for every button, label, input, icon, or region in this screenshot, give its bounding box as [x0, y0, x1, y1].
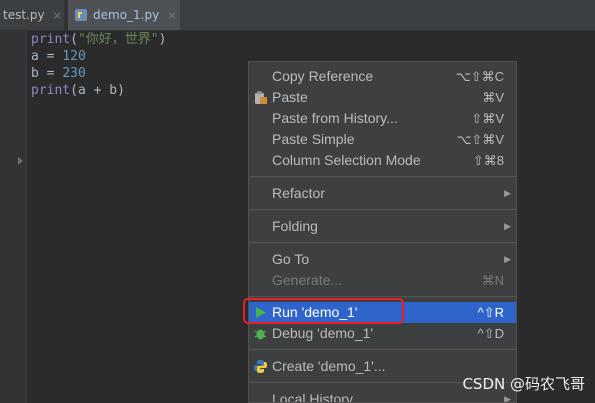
context-menu: Copy Reference ⌥⇧⌘C Paste ⌘V Paste from …	[248, 61, 517, 403]
menu-item-label: Debug 'demo_1'	[272, 325, 374, 341]
editor-gutter	[0, 31, 27, 403]
watermark: CSDN @码农飞哥	[462, 375, 585, 393]
python-file-icon	[75, 9, 87, 21]
menu-item-generate: Generate... ⌘N	[249, 270, 516, 291]
menu-item-folding[interactable]: Folding ▶	[249, 216, 516, 237]
fold-marker-icon[interactable]	[18, 157, 23, 165]
tab-label: demo_1.py	[93, 8, 160, 22]
menu-item-paste[interactable]: Paste ⌘V	[249, 87, 516, 108]
code-line-3: b = 230	[31, 65, 86, 82]
code-token-paren: )	[158, 32, 167, 47]
menu-separator	[249, 296, 516, 297]
menu-item-debug[interactable]: Debug 'demo_1' ^⇧D	[249, 323, 516, 344]
tab-test-py[interactable]: test.py ×	[0, 0, 64, 30]
menu-item-label: Local History	[272, 391, 353, 403]
code-token-string: "你好，世界"	[77, 32, 159, 47]
code-line-4: print(a + b)	[31, 82, 125, 99]
submenu-arrow-icon: ▶	[504, 254, 511, 264]
menu-item-label: Paste from History...	[272, 110, 398, 126]
code-token-assign: b =	[31, 66, 63, 81]
close-icon[interactable]: ×	[53, 9, 62, 22]
bug-icon	[254, 329, 267, 340]
menu-item-label: Refactor	[272, 185, 325, 201]
submenu-arrow-icon: ▶	[504, 188, 511, 198]
code-line-1: print("你好，世界")	[31, 31, 166, 48]
menu-item-copy-reference[interactable]: Copy Reference ⌥⇧⌘C	[249, 66, 516, 87]
run-item-highlight-annotation	[243, 298, 404, 324]
menu-item-refactor[interactable]: Refactor ▶	[249, 183, 516, 204]
menu-item-label: Create 'demo_1'...	[272, 358, 386, 374]
menu-item-label: Go To	[272, 251, 310, 267]
close-icon[interactable]: ×	[167, 9, 176, 22]
tab-label: test.py	[3, 8, 45, 22]
menu-item-shortcut: ⌘N	[481, 273, 504, 288]
code-token-paren: (	[70, 32, 78, 47]
menu-item-shortcut: ⌥⇧⌘V	[456, 132, 504, 147]
code-token-assign: a =	[31, 49, 63, 64]
menu-item-paste-simple[interactable]: Paste Simple ⌥⇧⌘V	[249, 129, 516, 150]
menu-item-label: Generate...	[272, 272, 343, 288]
menu-item-label: Paste	[272, 89, 308, 105]
python-icon	[254, 360, 267, 373]
menu-item-column-selection-mode[interactable]: Column Selection Mode ⇧⌘8	[249, 150, 516, 171]
menu-separator	[249, 176, 516, 177]
menu-item-shortcut: ^⇧D	[477, 326, 504, 341]
menu-separator	[249, 242, 516, 243]
code-token-print: print	[31, 83, 71, 98]
code-token-number: 120	[62, 49, 86, 64]
code-token-number: 230	[62, 66, 86, 81]
menu-item-shortcut: ⇧⌘V	[471, 111, 504, 126]
code-token-print: print	[31, 32, 71, 47]
menu-item-label: Paste Simple	[272, 131, 355, 147]
menu-item-shortcut: ^⇧R	[477, 305, 504, 320]
menu-item-shortcut: ⇧⌘8	[472, 153, 504, 168]
clipboard-icon	[255, 91, 267, 104]
menu-item-label: Folding	[272, 218, 318, 234]
menu-separator	[249, 209, 516, 210]
tab-demo-1-py[interactable]: demo_1.py ×	[68, 0, 180, 30]
menu-item-shortcut: ⌘V	[482, 90, 504, 105]
code-line-2: a = 120	[31, 48, 86, 65]
menu-item-label: Copy Reference	[272, 68, 374, 84]
menu-item-paste-from-history[interactable]: Paste from History... ⇧⌘V	[249, 108, 516, 129]
menu-separator	[249, 349, 516, 350]
menu-item-go-to[interactable]: Go To ▶	[249, 249, 516, 270]
code-token-args: (a + b)	[70, 83, 125, 98]
menu-item-shortcut: ⌥⇧⌘C	[455, 69, 504, 84]
submenu-arrow-icon: ▶	[504, 221, 511, 231]
editor-tab-bar: test.py × demo_1.py ×	[0, 0, 595, 31]
menu-item-label: Column Selection Mode	[272, 152, 421, 168]
